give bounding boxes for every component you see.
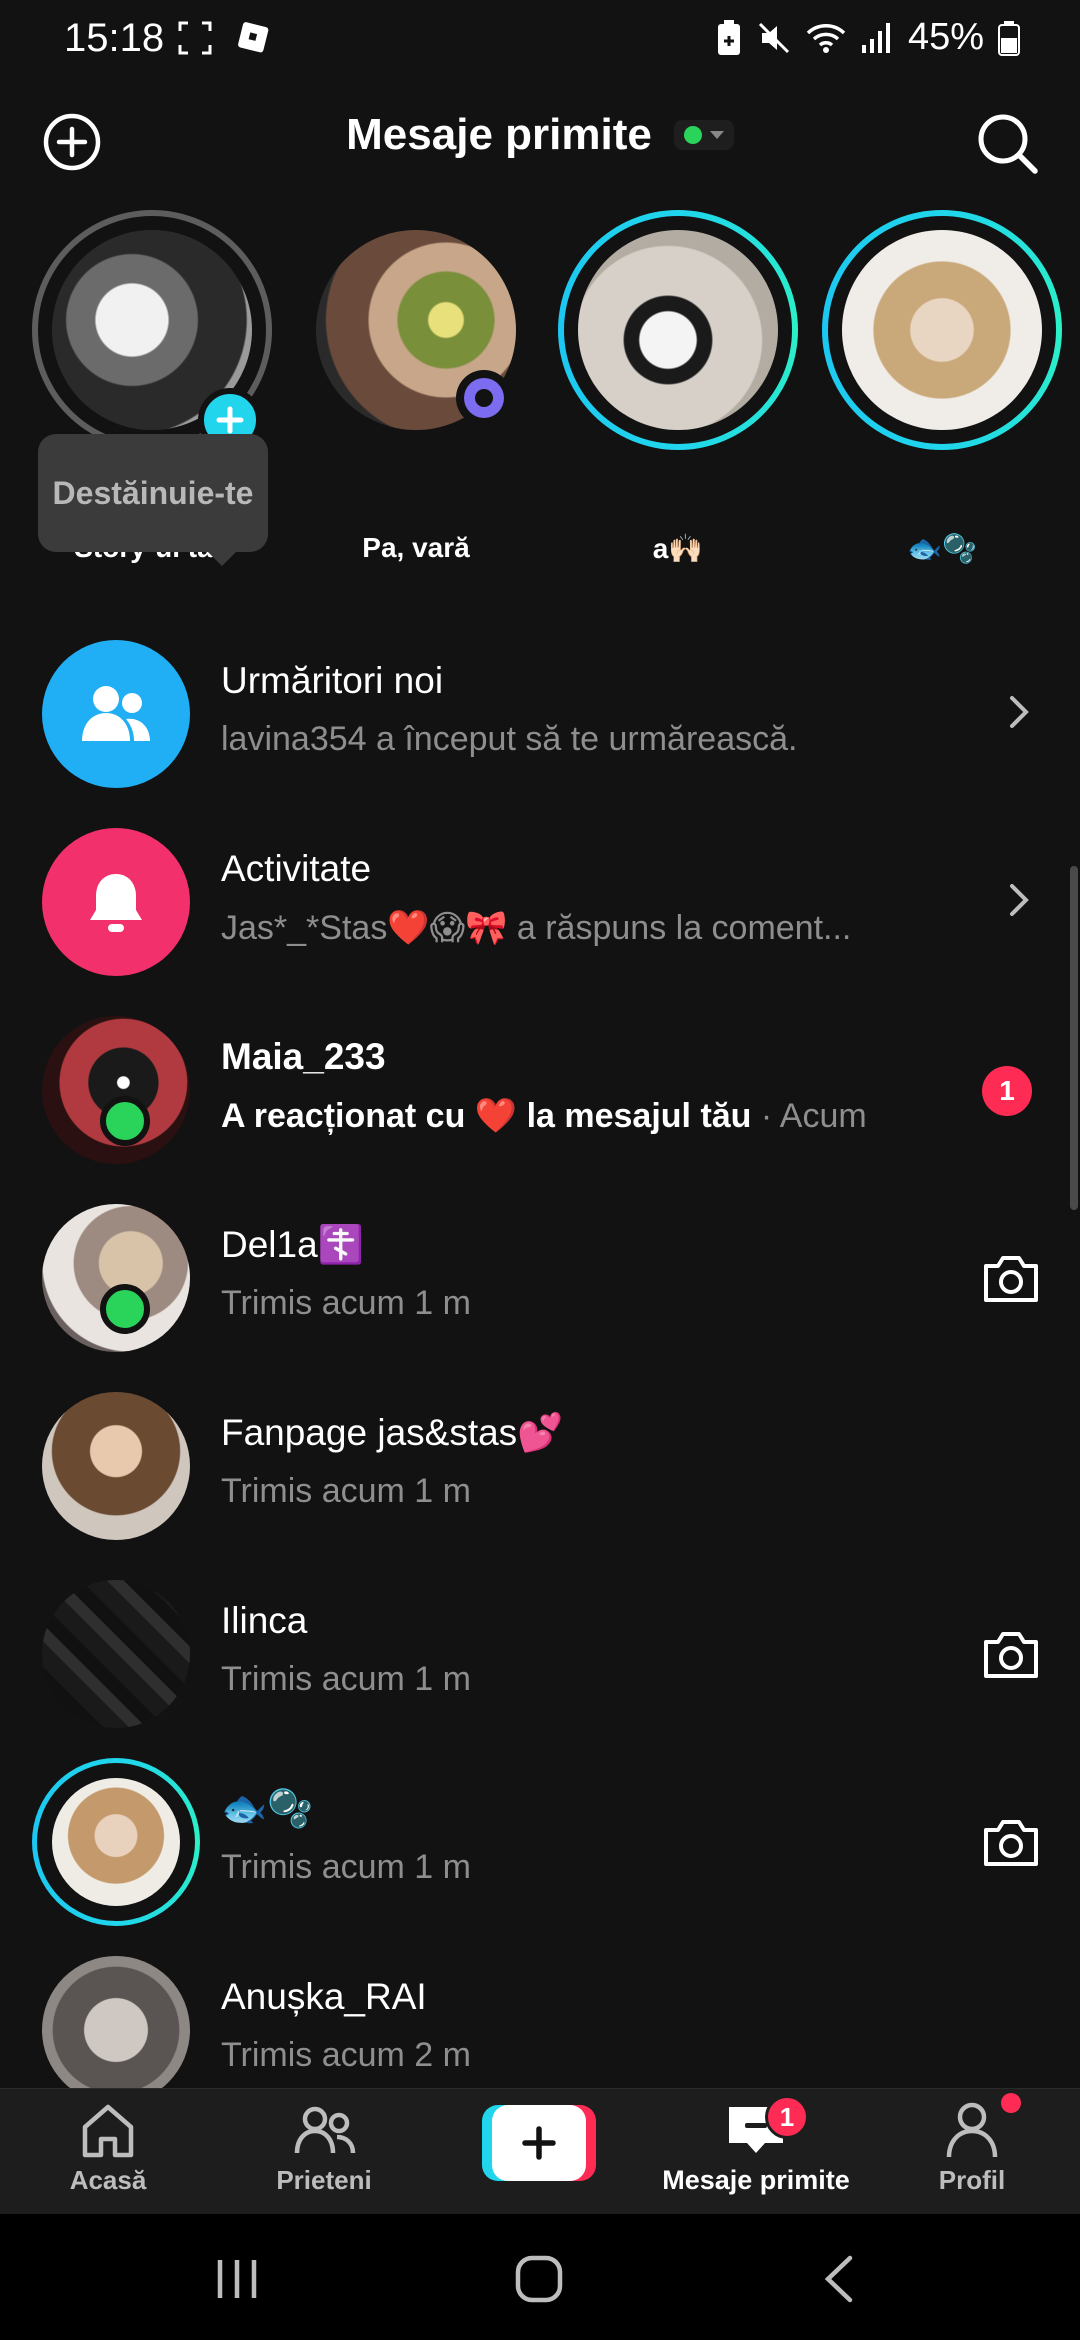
page-title: Mesaje primite xyxy=(346,110,652,159)
header: Mesaje primite xyxy=(0,100,1080,184)
avatar xyxy=(42,1580,190,1728)
row-title: 🐟🫧 xyxy=(221,1788,314,1829)
story-label: Pa, vară xyxy=(362,532,470,563)
row-subtitle: Trimis acum 2 m xyxy=(221,2036,471,2074)
roblox-icon xyxy=(238,22,269,53)
wifi-icon xyxy=(806,23,846,53)
row-title: Maia_233 xyxy=(221,1036,386,1077)
back-icon[interactable] xyxy=(806,2252,876,2306)
message-time: · Acum xyxy=(760,1097,867,1135)
create-button[interactable] xyxy=(482,2105,596,2181)
unread-badge: 1 xyxy=(982,1066,1032,1116)
message-preview: A reacționat cu ❤️ la mesajul tău xyxy=(221,1097,752,1135)
camera-icon[interactable] xyxy=(980,1626,1042,1682)
row-subtitle: Trimis acum 1 m xyxy=(221,1472,471,1510)
signal-icon xyxy=(861,22,890,53)
create-icon xyxy=(522,2126,556,2160)
header-title-wrap: Mesaje primite xyxy=(0,110,1080,160)
status-bar: 15:18 45% xyxy=(0,0,1080,84)
row-subtitle: lavina354 a început să te urmărească. xyxy=(221,720,798,758)
followers-icon xyxy=(42,640,190,788)
bottom-nav: Acasă Prieteni 1 Mesaje primite Profil xyxy=(0,2088,1080,2214)
tooltip-text: Destăinuie-te xyxy=(52,475,254,511)
home-button-icon[interactable] xyxy=(504,2252,574,2306)
status-left-icons xyxy=(178,20,270,56)
row-title: Del1a☦️ xyxy=(221,1224,364,1265)
stories-row: Destăinuie-te Story-ul tău Pa, vară a🙌🏻 … xyxy=(0,210,1080,590)
nav-inbox[interactable]: 1 Mesaje primite xyxy=(656,2095,856,2196)
online-status-toggle[interactable] xyxy=(673,120,734,150)
bell-icon xyxy=(42,828,190,976)
friends-icon xyxy=(294,2106,356,2154)
nav-label: Acasă xyxy=(69,2165,147,2195)
list-item-activity[interactable]: Activitate Jas*_*Stas❤️😱🎀 a răspuns la c… xyxy=(0,808,1080,996)
nav-friends[interactable]: Prieteni xyxy=(224,2099,424,2196)
scrollbar[interactable] xyxy=(1070,866,1078,1210)
avatar xyxy=(52,1778,180,1906)
row-subtitle: Trimis acum 1 m xyxy=(221,1848,471,1886)
row-subtitle: Trimis acum 1 m xyxy=(221,1284,471,1322)
nav-label: Prieteni xyxy=(276,2165,372,2195)
story-thumbnail xyxy=(578,230,778,430)
profile-icon xyxy=(946,2102,998,2158)
camera-icon[interactable] xyxy=(980,1250,1042,1306)
chevron-right-icon xyxy=(1010,696,1029,728)
row-title: Anușka_RAI xyxy=(221,1976,427,2017)
list-item-conversation[interactable]: 🐟🫧 Trimis acum 1 m xyxy=(0,1748,1080,1936)
status-time: 15:18 xyxy=(64,16,165,60)
recent-apps-icon[interactable] xyxy=(202,2252,272,2306)
list-item-conversation[interactable]: Anușka_RAI Trimis acum 2 m xyxy=(0,1936,1080,2088)
row-subtitle: Jas*_*Stas❤️😱🎀 a răspuns la coment... xyxy=(221,909,852,947)
list-item-conversation[interactable]: Maia_233 A reacționat cu ❤️ la mesajul t… xyxy=(0,996,1080,1184)
row-subtitle: A reacționat cu ❤️ la mesajul tău · Acum xyxy=(221,1096,867,1136)
system-nav-bar xyxy=(0,2214,1080,2340)
camera-icon[interactable] xyxy=(980,1814,1042,1870)
story-thumbnail xyxy=(842,230,1042,430)
profile-notification-dot xyxy=(1001,2093,1021,2113)
row-title: Fanpage jas&stas💕 xyxy=(221,1412,564,1453)
row-subtitle: Trimis acum 1 m xyxy=(221,1660,471,1698)
battery-icon xyxy=(998,20,1020,56)
inbox-badge: 1 xyxy=(765,2095,809,2139)
list-item-conversation[interactable]: Del1a☦️ Trimis acum 1 m xyxy=(0,1184,1080,1372)
row-title: Activitate xyxy=(221,848,372,889)
nav-home[interactable]: Acasă xyxy=(8,2099,208,2196)
nav-label: Profil xyxy=(938,2165,1006,2195)
battery-level: 45% xyxy=(907,16,984,58)
row-title: Ilinca xyxy=(221,1600,308,1641)
list-item-conversation[interactable]: Ilinca Trimis acum 1 m xyxy=(0,1560,1080,1748)
chevron-right-icon xyxy=(1010,884,1029,916)
search-icon[interactable] xyxy=(974,110,1040,176)
story-label: a🙌🏻 xyxy=(652,533,704,564)
list-item-conversation[interactable]: Fanpage jas&stas💕 Trimis acum 1 m xyxy=(0,1372,1080,1560)
row-title: Urmăritori noi xyxy=(221,660,444,701)
nav-label: Mesaje primite xyxy=(662,2165,850,2195)
screenshot-icon xyxy=(178,21,212,55)
home-icon xyxy=(82,2104,134,2158)
avatar xyxy=(42,1956,190,2088)
story-label: 🐟🫧 xyxy=(907,533,977,564)
online-status-dot xyxy=(683,126,702,144)
status-right: 45% xyxy=(716,16,1020,59)
battery-saver-icon xyxy=(717,19,740,55)
list-item-new-followers[interactable]: Urmăritori noi lavina354 a început să te… xyxy=(0,620,1080,808)
chevron-down-icon xyxy=(709,131,724,139)
mute-icon xyxy=(758,22,789,53)
tooltip[interactable]: Destăinuie-te xyxy=(38,434,268,566)
flower-badge-icon xyxy=(456,370,512,426)
online-indicator xyxy=(100,1284,150,1334)
online-indicator xyxy=(100,1096,150,1146)
avatar xyxy=(42,1392,190,1540)
plus-icon xyxy=(216,406,244,434)
nav-profile[interactable]: Profil xyxy=(872,2093,1072,2196)
